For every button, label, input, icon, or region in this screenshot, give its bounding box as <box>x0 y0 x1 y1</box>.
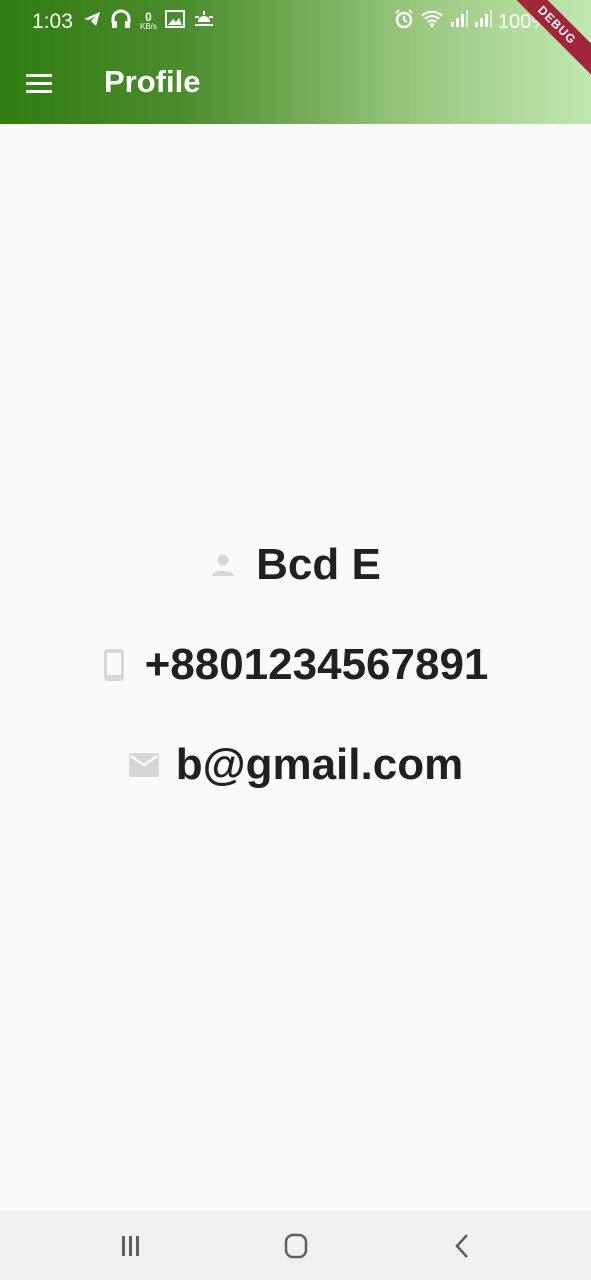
profile-name: Bcd E <box>256 540 381 589</box>
page-title: Profile <box>104 64 201 99</box>
profile-phone-row: +8801234567891 <box>0 640 591 690</box>
net-speed-indicator: 0 KB/s <box>140 10 157 31</box>
toolbar: Profile <box>0 44 591 124</box>
wifi-icon <box>420 9 444 35</box>
profile-email-row: b@gmail.com <box>0 740 591 790</box>
gallery-icon <box>164 10 185 34</box>
weather-icon <box>193 10 215 34</box>
recents-button[interactable] <box>116 1231 146 1266</box>
signal-icon-2 <box>474 10 492 34</box>
alarm-icon <box>394 9 414 35</box>
phone-icon <box>103 648 125 682</box>
mail-icon <box>128 752 160 778</box>
recents-icon <box>122 1236 139 1256</box>
profile-email: b@gmail.com <box>175 740 464 789</box>
person-icon <box>210 552 236 578</box>
status-time: 1:03 <box>32 10 73 33</box>
status-bar: 1:03 0 KB/s 100% <box>0 0 591 44</box>
hamburger-menu-icon <box>26 74 52 93</box>
home-button[interactable] <box>281 1231 311 1266</box>
back-icon <box>455 1234 468 1258</box>
navigation-bar <box>0 1211 591 1280</box>
back-button[interactable] <box>448 1231 478 1266</box>
profile-phone: +8801234567891 <box>144 640 489 689</box>
app-bar: 1:03 0 KB/s 100% DEBUG Profile <box>0 0 591 124</box>
profile-name-row: Bcd E <box>0 540 591 590</box>
signal-icon <box>450 10 468 34</box>
net-speed-value: 0 <box>145 10 152 24</box>
status-left-icons: 0 KB/s <box>82 9 215 35</box>
telegram-icon <box>82 9 102 35</box>
status-right-icons: 100% <box>394 9 549 35</box>
net-speed-unit: KB/s <box>140 22 157 31</box>
menu-button[interactable] <box>22 68 58 100</box>
home-icon <box>284 1233 308 1259</box>
headphones-icon <box>110 9 132 35</box>
